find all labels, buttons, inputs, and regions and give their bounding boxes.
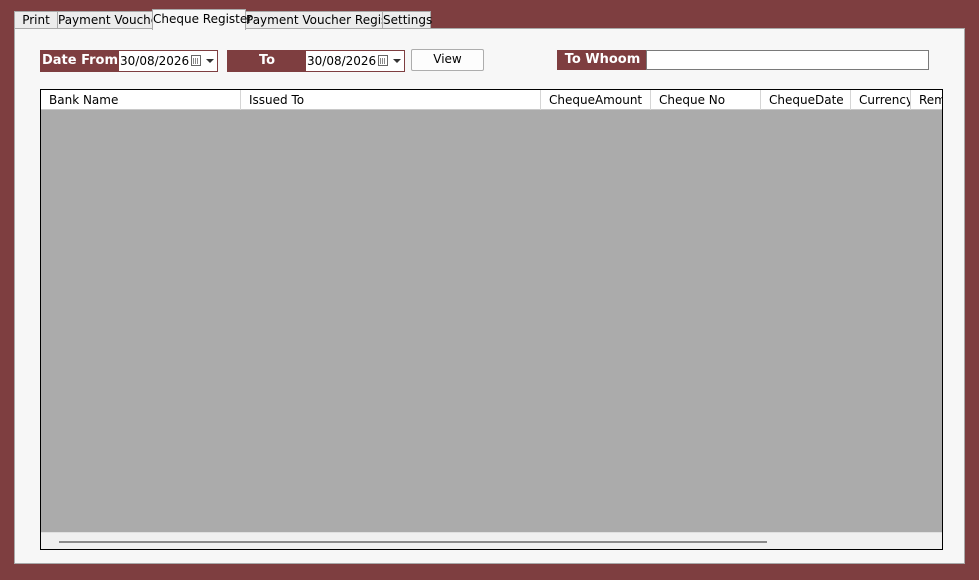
column-header-issued-to[interactable]: Issued To: [241, 90, 541, 110]
date-from-picker[interactable]: 30/08/2026: [118, 50, 218, 72]
column-header-cheque-date[interactable]: ChequeDate: [761, 90, 851, 110]
column-header-currency[interactable]: Currency: [851, 90, 911, 110]
horizontal-scrollbar[interactable]: [41, 532, 942, 549]
tab-settings[interactable]: Settings: [382, 11, 432, 28]
chevron-down-icon[interactable]: [393, 59, 401, 63]
cheque-register-grid[interactable]: Bank Name Issued To ChequeAmount Cheque …: [40, 89, 943, 550]
column-header-remarks[interactable]: Remarks: [911, 90, 942, 110]
view-button[interactable]: View: [411, 49, 484, 71]
chevron-down-icon[interactable]: [206, 59, 214, 63]
date-from-value: 30/08/2026: [120, 54, 190, 68]
column-header-cheque-amount[interactable]: ChequeAmount: [541, 90, 651, 110]
scrollbar-thumb[interactable]: [59, 541, 767, 543]
tab-payment-voucher-register[interactable]: Payment Voucher Register: [245, 11, 404, 28]
column-header-cheque-no[interactable]: Cheque No: [651, 90, 761, 110]
tab-payment-voucher[interactable]: Payment Voucher: [57, 11, 163, 28]
to-whoom-label: To Whoom: [557, 50, 648, 70]
date-from-label: Date From: [40, 50, 120, 72]
calendar-icon[interactable]: [191, 55, 201, 66]
tab-cheque-register[interactable]: Cheque Register: [152, 9, 252, 30]
to-whoom-input[interactable]: [646, 50, 929, 70]
grid-header: Bank Name Issued To ChequeAmount Cheque …: [41, 90, 942, 110]
column-header-bank-name[interactable]: Bank Name: [41, 90, 241, 110]
tab-print[interactable]: Print: [14, 11, 58, 28]
calendar-icon[interactable]: [378, 55, 388, 66]
to-label: To: [227, 50, 307, 72]
to-date-picker[interactable]: 30/08/2026: [305, 50, 405, 72]
to-date-value: 30/08/2026: [307, 54, 377, 68]
